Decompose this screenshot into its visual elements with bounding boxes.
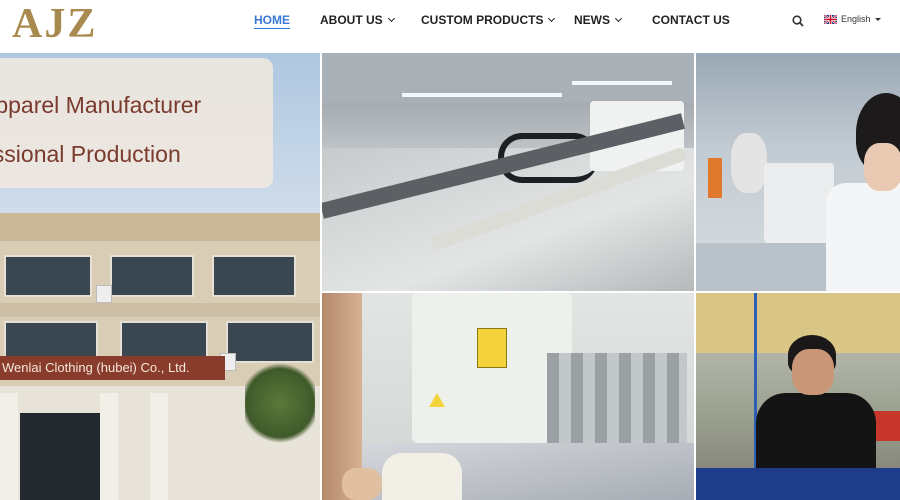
language-label: English — [841, 14, 871, 24]
worker-face — [792, 349, 834, 395]
nav-home[interactable]: HOME — [254, 13, 290, 29]
pillar — [150, 393, 168, 500]
window — [4, 255, 92, 297]
operator-glove — [382, 453, 462, 500]
ceiling-light — [572, 81, 672, 85]
nav-home-label: HOME — [254, 13, 290, 29]
worker-face — [864, 143, 900, 191]
sewing-machine — [764, 163, 834, 243]
warning-triangle-icon — [429, 393, 445, 407]
banner-line-1: Apparel Manufacturer — [0, 92, 202, 118]
tree — [245, 358, 315, 448]
nav-about-us[interactable]: ABOUT US — [320, 13, 395, 27]
banner-line-2: essional Production — [0, 141, 181, 167]
hero-image-grid: Apparel Manufacturer essional Production… — [0, 53, 900, 500]
window — [110, 255, 194, 297]
work-table — [696, 468, 900, 500]
building-sign: Wenlai Clothing (hubei) Co., Ltd. — [0, 356, 225, 380]
pillar — [0, 393, 18, 500]
window — [226, 321, 314, 363]
automatic-sewing-image — [322, 293, 694, 500]
nav-news-label: NEWS — [574, 13, 610, 27]
entrance-door — [20, 413, 100, 500]
building-roof — [0, 213, 320, 241]
worker-shirt — [826, 183, 900, 291]
nav-contact-us-label: CONTACT US — [652, 13, 730, 27]
operator-hand — [342, 468, 382, 500]
chevron-down-icon — [387, 14, 395, 23]
building-band — [0, 303, 320, 317]
tailor-worker-image — [696, 293, 900, 500]
warning-label — [477, 328, 507, 368]
window-row — [4, 255, 316, 297]
uk-flag-icon — [824, 14, 837, 24]
cutting-machine-image — [322, 53, 694, 291]
window — [212, 255, 296, 297]
ac-unit — [96, 285, 112, 303]
nav-about-us-label: ABOUT US — [320, 13, 383, 27]
nav-contact-us[interactable]: CONTACT US — [652, 13, 730, 27]
hero-banner: Apparel Manufacturer essional Production — [0, 58, 273, 188]
thread-spool — [708, 158, 722, 198]
search-icon[interactable] — [792, 15, 804, 27]
factory-building-image: Apparel Manufacturer essional Production… — [0, 53, 320, 500]
ceiling-light — [402, 93, 562, 97]
nav-custom-products-label: CUSTOM PRODUCTS — [421, 13, 544, 27]
caret-down-icon — [874, 17, 881, 21]
language-selector[interactable]: English — [824, 14, 881, 24]
site-header: AJZ HOME ABOUT US CUSTOM PRODUCTS NEWS C… — [0, 0, 900, 53]
background-worker — [731, 133, 767, 193]
sewing-workers-image — [696, 53, 900, 291]
site-logo[interactable]: AJZ — [12, 2, 97, 46]
nav-custom-products[interactable]: CUSTOM PRODUCTS — [421, 13, 556, 27]
chevron-down-icon — [614, 14, 623, 23]
pillar — [100, 393, 118, 500]
chevron-down-icon — [548, 14, 556, 23]
nav-news[interactable]: NEWS — [574, 13, 623, 27]
